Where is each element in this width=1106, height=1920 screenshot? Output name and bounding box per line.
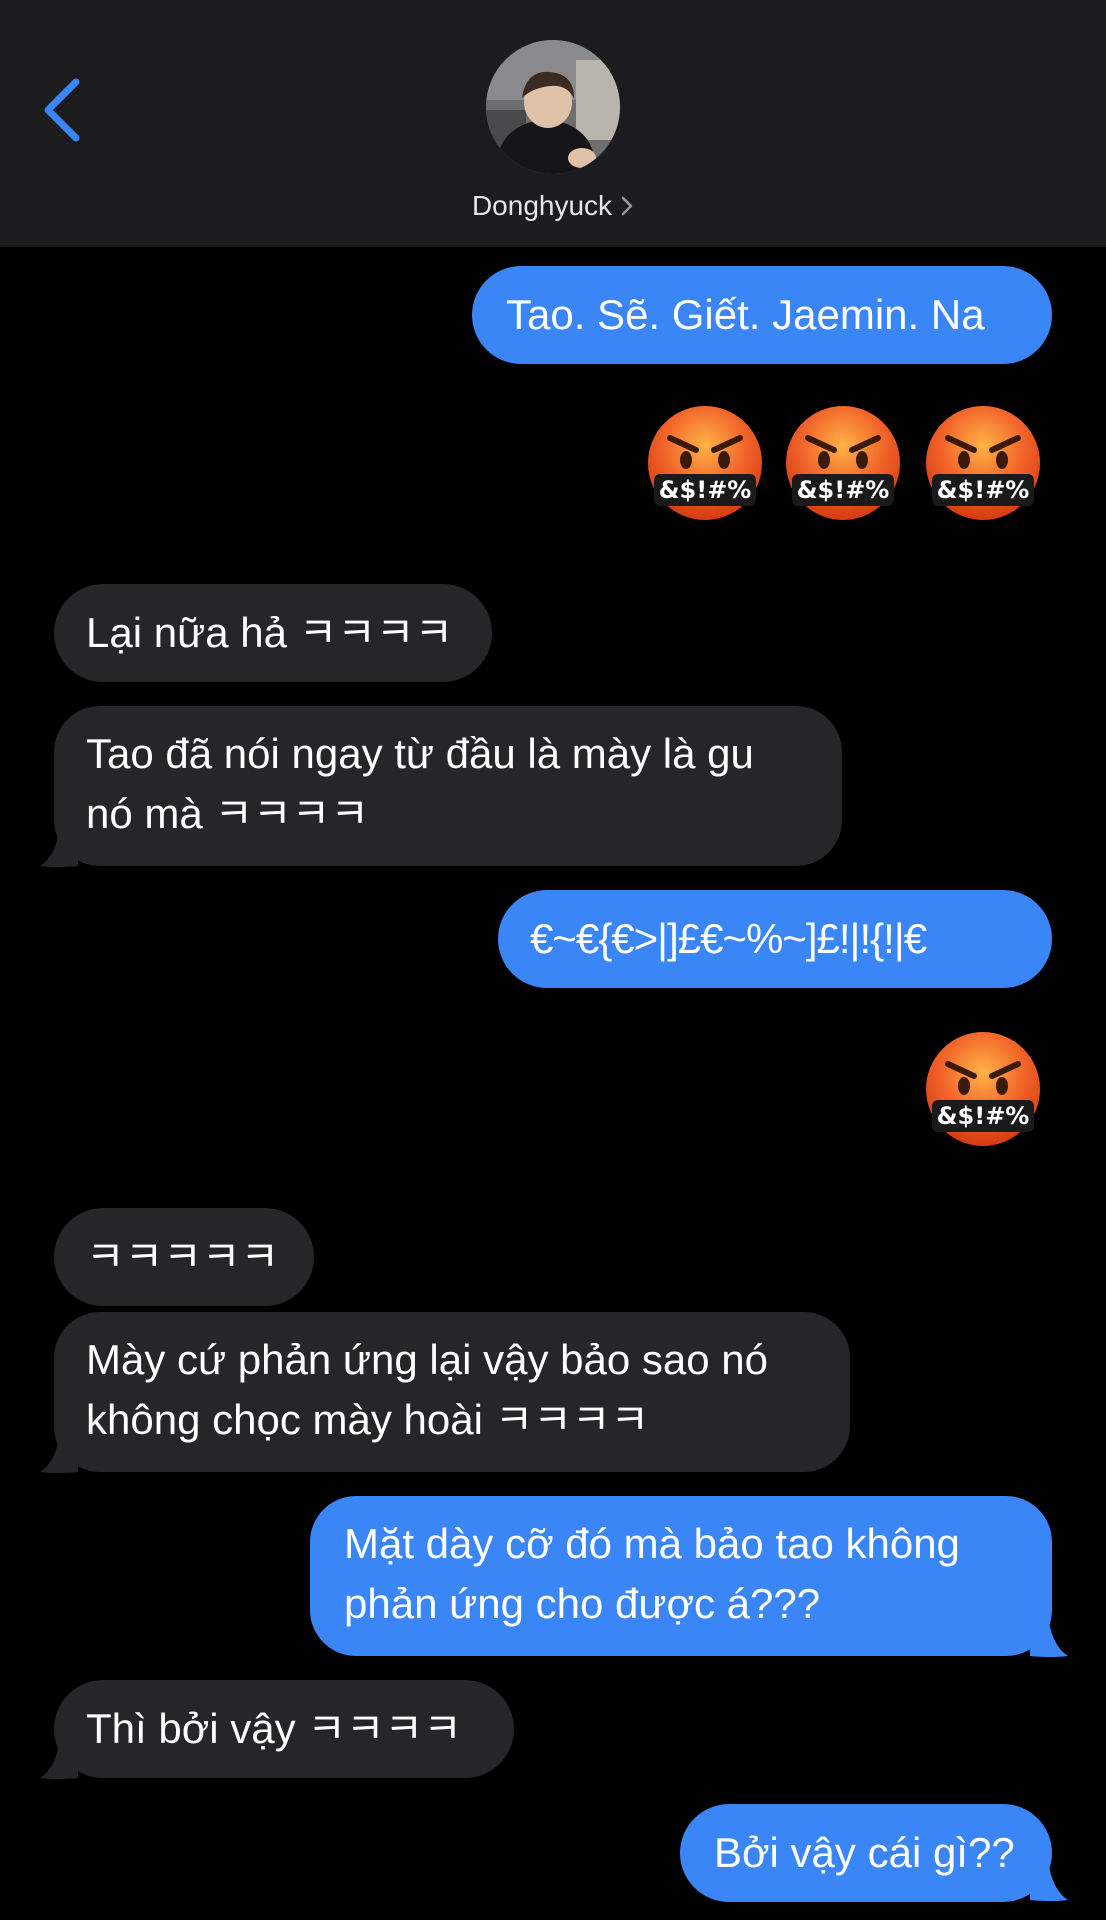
message-text: ㅋㅋㅋㅋㅋ xyxy=(86,1233,280,1280)
emoji-caption: &$!#% xyxy=(659,476,752,504)
message-text: Bởi vậy cái gì?? xyxy=(714,1829,1015,1876)
message-bubble-incoming[interactable]: Lại nữa hả ㅋㅋㅋㅋ xyxy=(54,584,492,682)
emoji-caption: &$!#% xyxy=(937,1102,1030,1130)
bubble-tail xyxy=(1030,1616,1068,1657)
bubble-tail xyxy=(40,1432,78,1473)
message-line: Mặt dày cỡ đó mà bảo tao không xyxy=(344,1520,960,1567)
message-line: không chọc mày hoài ㅋㅋㅋㅋ xyxy=(86,1396,650,1443)
message-bubble-incoming[interactable]: Mày cứ phản ứng lại vậy bảo sao nó không… xyxy=(54,1312,850,1472)
message-text: €~€{€>|]£€~%~]£!|!{!|€ xyxy=(530,915,927,962)
contact-name-button[interactable]: Donghyuck xyxy=(0,186,1106,226)
messages-screen: Donghyuck Tao. Sẽ. Giết. Jaemin. Na &$!#… xyxy=(0,0,1106,1920)
message-bubble-outgoing[interactable]: Mặt dày cỡ đó mà bảo tao không phản ứng … xyxy=(310,1496,1052,1656)
message-bubble-incoming[interactable]: ㅋㅋㅋㅋㅋ xyxy=(54,1208,314,1306)
message-bubble-outgoing[interactable]: €~€{€>|]£€~%~]£!|!{!|€ xyxy=(498,890,1052,988)
bubble-tail xyxy=(40,826,78,867)
message-line: phản ứng cho được á??? xyxy=(344,1580,821,1627)
face-with-symbols-on-mouth-icon: &$!#% xyxy=(926,406,1040,520)
bubble-tail xyxy=(1030,1860,1068,1901)
contact-name: Donghyuck xyxy=(471,190,613,221)
avatar[interactable] xyxy=(486,40,620,174)
face-with-symbols-on-mouth-icon: &$!#% xyxy=(786,406,900,520)
message-bubble-outgoing[interactable]: Bởi vậy cái gì?? xyxy=(680,1804,1052,1902)
back-button[interactable] xyxy=(36,70,96,150)
message-text: Tao. Sẽ. Giết. Jaemin. Na xyxy=(506,291,985,338)
conversation-header: Donghyuck xyxy=(0,0,1106,247)
avatar-photo xyxy=(486,40,620,174)
message-line: Mày cứ phản ứng lại vậy bảo sao nó xyxy=(86,1336,768,1383)
message-bubble-outgoing[interactable]: Tao. Sẽ. Giết. Jaemin. Na xyxy=(472,266,1052,364)
emoji-caption: &$!#% xyxy=(937,476,1030,504)
chevron-right-icon xyxy=(621,196,633,216)
bubble-tail xyxy=(40,1738,78,1779)
message-bubble-incoming[interactable]: Thì bởi vậy ㅋㅋㅋㅋ xyxy=(54,1680,514,1778)
message-bubble-incoming[interactable]: Tao đã nói ngay từ đầu là mày là gu nó m… xyxy=(54,706,842,866)
face-with-symbols-on-mouth-icon: &$!#% xyxy=(648,406,762,520)
emoji-caption: &$!#% xyxy=(797,476,890,504)
message-line: nó mà ㅋㅋㅋㅋ xyxy=(86,790,369,837)
message-text: Lại nữa hả ㅋㅋㅋㅋ xyxy=(86,609,454,656)
face-with-symbols-on-mouth-icon: &$!#% xyxy=(926,1032,1040,1146)
message-line: Tao đã nói ngay từ đầu là mày là gu xyxy=(86,730,754,777)
chevron-left-icon xyxy=(44,78,80,142)
message-text: Thì bởi vậy ㅋㅋㅋㅋ xyxy=(86,1705,462,1752)
